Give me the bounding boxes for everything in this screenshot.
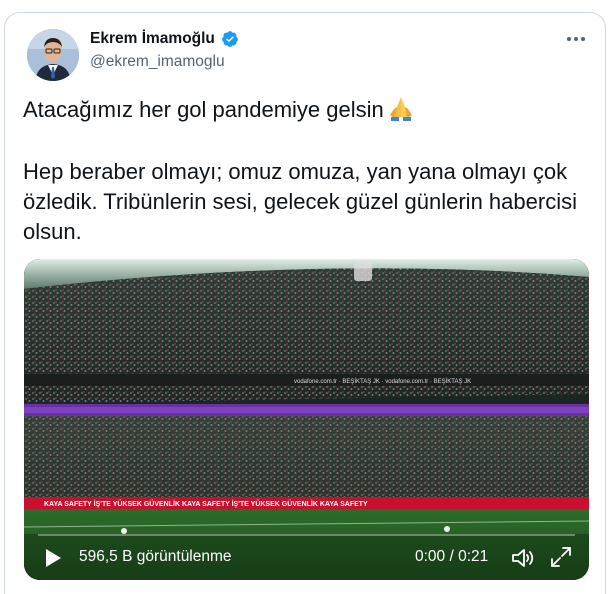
tweet-text-first: Atacağımız her gol pandemiye gelsin [23,97,384,122]
folded-hands-emoji [389,97,412,121]
author-name-row: Ekrem İmamoğlu [90,30,239,48]
more-horizontal-icon [574,37,578,41]
tweet-text-line1: Atacağımız her gol pandemiye gelsin [23,95,593,125]
tweet-card: Ekrem İmamoğlu @ekrem_imamoglu Atacağımı… [4,12,606,594]
video-controls: 596,5 B görüntülenme 0:00 / 0:21 [24,534,589,580]
play-icon[interactable] [44,548,62,568]
fullscreen-icon[interactable] [550,546,572,568]
video-view-count: 596,5 B görüntülenme [79,548,232,565]
avatar-photo [27,29,79,81]
svg-text:vodafone.com.tr · BEŞİKTAŞ JK: vodafone.com.tr · BEŞİKTAŞ JK · vodafone… [294,378,471,385]
verified-badge-icon [222,31,238,47]
video-time: 0:00 / 0:21 [415,548,489,565]
svg-text:KAYA SAFETY İŞ'TE YÜKSEK GÜV: KAYA SAFETY İŞ'TE YÜKSEK GÜVENLİK KAYA S… [44,499,368,508]
tweet-text-paragraph2: Hep beraber olmayı; omuz omuza, yan yana… [23,159,577,244]
author-name[interactable]: Ekrem İmamoğlu [90,30,215,48]
avatar[interactable] [27,29,79,81]
more-horizontal-icon [567,37,571,41]
video-player[interactable]: vodafone.com.tr · BEŞİKTAŞ JK · vodafone… [24,259,589,580]
volume-icon[interactable] [510,546,536,570]
author-handle[interactable]: @ekrem_imamoglu [90,53,225,71]
more-options-button[interactable] [565,31,587,47]
more-horizontal-icon [581,37,585,41]
stadium-video-frame: vodafone.com.tr · BEŞİKTAŞ JK · vodafone… [24,259,589,580]
